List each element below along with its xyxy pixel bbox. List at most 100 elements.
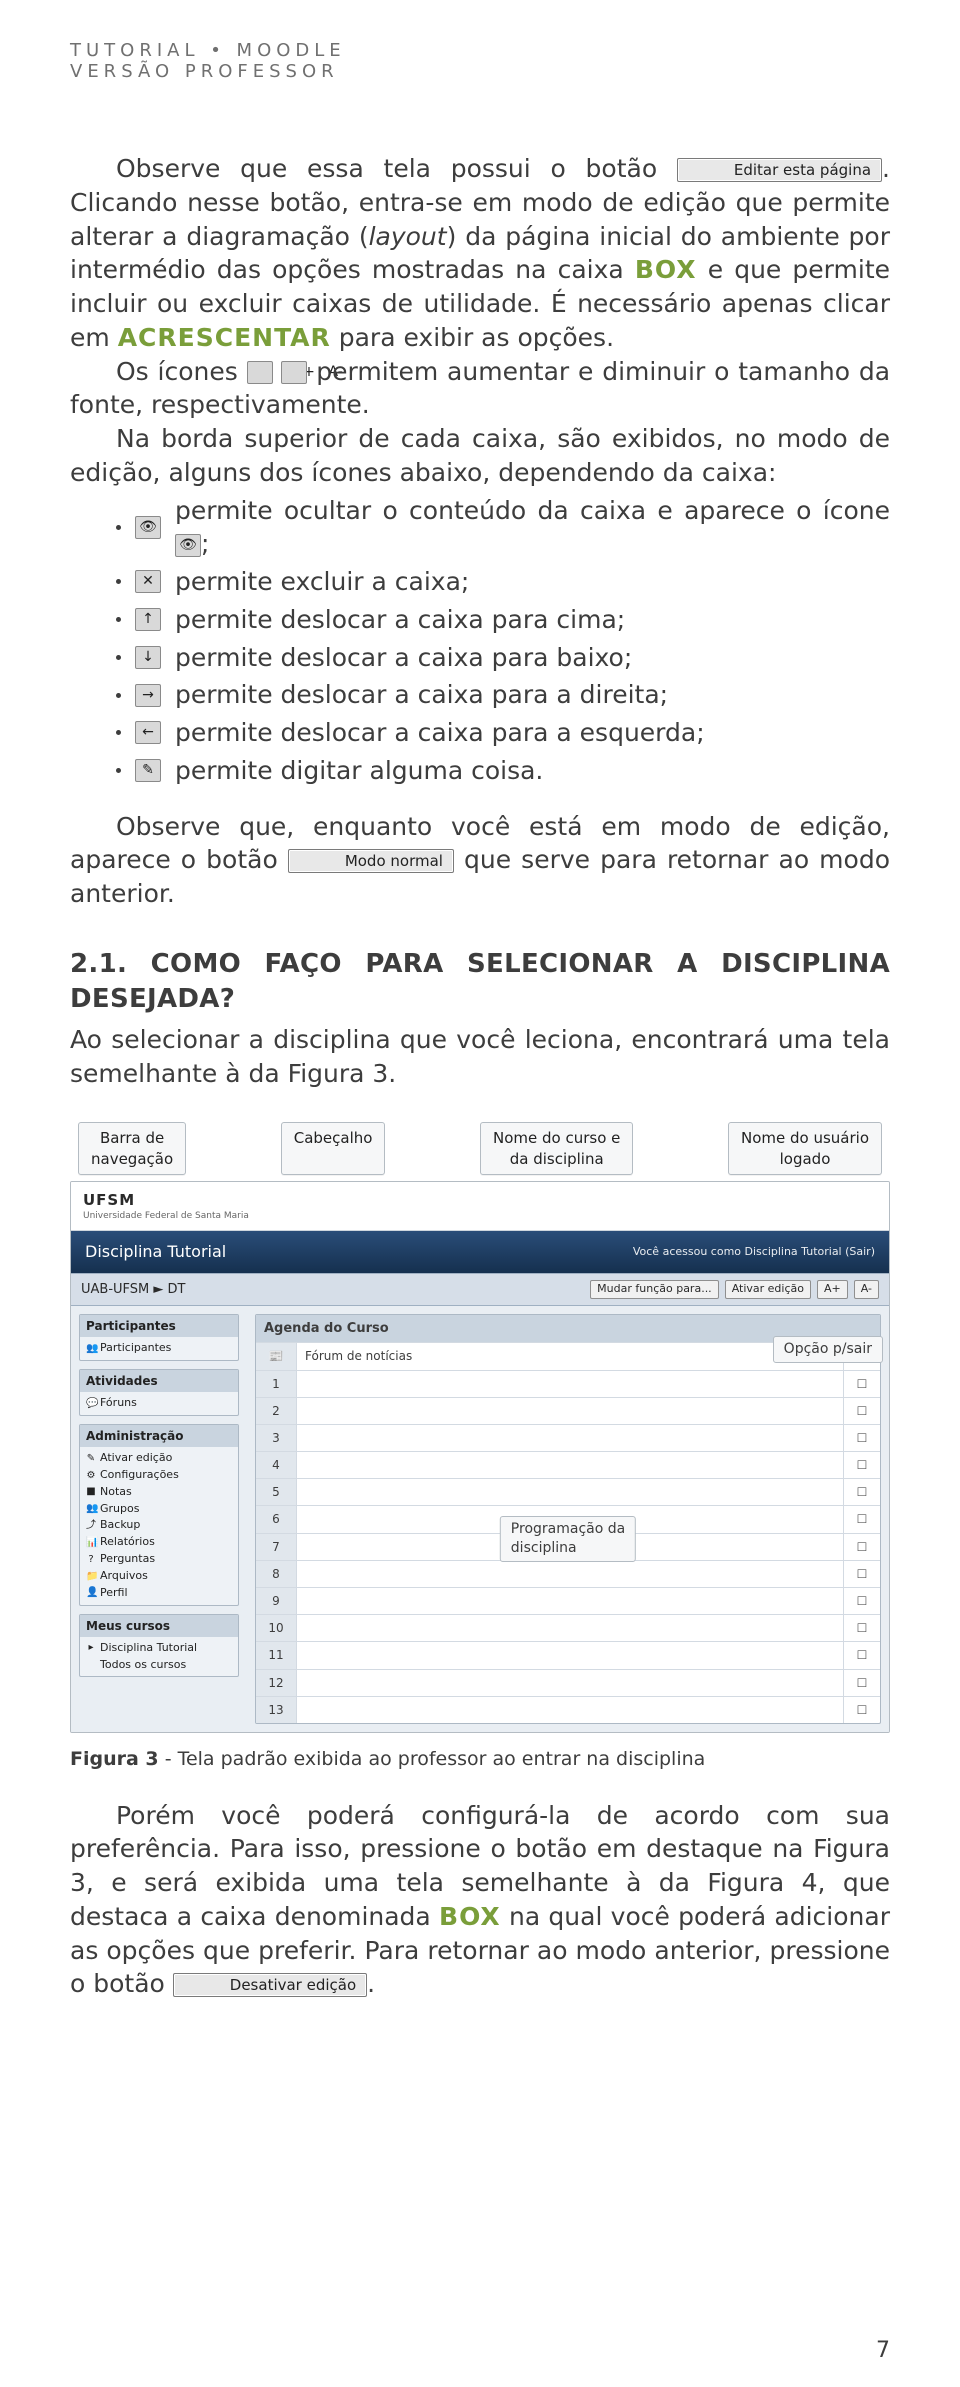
agenda-row-mid [297,1643,843,1667]
agenda-row-chk: ☐ [843,1588,880,1614]
fig-course-title: Disciplina Tutorial [85,1241,226,1263]
agenda-row: 12☐ [256,1669,880,1696]
bullet-text: permite digitar alguma coisa. [175,754,890,788]
bullet-icon: ↑ [135,608,161,631]
bullet-text: permite deslocar a caixa para cima; [175,603,890,637]
agenda-row: 8☐ [256,1560,880,1587]
bullet-4: →permite deslocar a caixa para a direita… [116,678,890,712]
fig-sidebar: Participantes 👥Participantes Atividades … [71,1306,247,1732]
agenda-row-chk: ☐ [843,1506,880,1532]
callout-course-name: Nome do curso e da disciplina [480,1122,633,1175]
agenda-row: 1☐ [256,1370,880,1397]
agenda-row-chk: ☐ [843,1479,880,1505]
agenda-row: 4☐ [256,1451,880,1478]
body-text: Observe que essa tela possui o botão Edi… [70,152,890,2001]
side-cursos: Meus cursos ▸ Disciplina Tutorial Todos o… [79,1614,239,1678]
paragraph-4: Observe que, enquanto você está em modo … [70,810,890,911]
bullet-icon: 👁 [135,516,161,539]
agenda-row-num: 11 [256,1642,297,1668]
cursos-item: ▸ Disciplina Tutorial [86,1640,232,1657]
box-word-2: BOX [439,1902,501,1931]
forum-icon: 💬 [86,1397,96,1411]
agenda-row-chk: ☐ [843,1534,880,1560]
figure-callouts-top: Barra de navegação Cabeçalho Nome do cur… [78,1122,882,1175]
side-atividades-hdr: Atividades [80,1370,238,1392]
figure-3-caption-text: - Tela padrão exibida ao professor ao en… [159,1748,706,1770]
side-participantes-label: Participantes [100,1341,171,1356]
fig-title-bar: Disciplina Tutorial Você acessou como Di… [71,1231,889,1273]
agenda-row: 2☐ [256,1397,880,1424]
agenda-row-mid [297,1508,843,1532]
figure-3: Barra de navegação Cabeçalho Nome do cur… [70,1122,890,1772]
side-admin: Administração ✎ Ativar edição⚙Configuraçõ… [79,1424,239,1606]
agenda-row: 7☐ [256,1533,880,1560]
agenda-row: 11☐ [256,1641,880,1668]
bullet-text: permite deslocar a caixa para a esquerda… [175,716,890,750]
fig-breadcrumb-bar: UAB-UFSM ► DT Mudar função para... Ativa… [71,1273,889,1306]
section-2-1-title: 2.1. COMO FAÇO PARA SELECIONAR A DISCIPL… [70,947,890,1017]
people-icon: 👥 [86,1342,96,1356]
fig-aminus-icon: A- [854,1280,879,1299]
admin-item-label: Ativar edição [100,1451,172,1466]
bullet-dot [116,655,121,660]
bullet-5: ←permite deslocar a caixa para a esquerd… [116,716,890,750]
side-participantes: Participantes 👥Participantes [79,1314,239,1361]
agenda-row-mid [297,1698,843,1722]
ufsm-logo-text: UFSM [83,1190,249,1210]
figure-3-caption-label: Figura 3 [70,1748,159,1770]
agenda-row-num: 13 [256,1697,297,1723]
fig-login-text: Você acessou como Disciplina Tutorial (S… [633,1245,875,1260]
fig-body: Participantes 👥Participantes Atividades … [71,1306,889,1732]
fig-logo-bar: UFSM Universidade Federal de Santa Maria [71,1182,889,1231]
agenda-row-chk: ☐ [843,1452,880,1478]
admin-item-icon: ✎ [86,1452,96,1466]
agenda-row-chk: ☐ [843,1670,880,1696]
bullet-dot [116,579,121,584]
admin-item-icon: ⤴ [86,1519,96,1533]
bullet-text: permite ocultar o conteúdo da caixa e ap… [175,494,890,562]
p1-text-a: Observe que essa tela possui o botão [116,154,677,183]
bullet-icon-2: 👁 [175,534,201,557]
side-cursos-hdr: Meus cursos [80,1615,238,1637]
agenda-row: 10☐ [256,1614,880,1641]
admin-item: 👥Grupos [86,1501,232,1518]
agenda-row-mid [297,1535,843,1559]
bullet-dot [116,617,121,622]
agenda-row-mid [297,1671,843,1695]
a-minus-icon: A- [281,361,307,384]
paragraph-3: Na borda superior de cada caixa, são exi… [70,422,890,490]
agenda-row: 5☐ [256,1478,880,1505]
side-admin-hdr: Administração [80,1425,238,1447]
agenda-row: 9☐ [256,1587,880,1614]
paragraph-5: Porém você poderá configurá-la de acordo… [70,1799,890,2002]
bullet-dot [116,693,121,698]
page: TUTORIAL • MOODLE VERSÃO PROFESSOR Obser… [0,0,960,2387]
bullet-text: permite deslocar a caixa para baixo; [175,641,890,675]
cursos-item-label: Disciplina Tutorial [100,1641,197,1656]
admin-item-label: Relatórios [100,1535,155,1550]
cursos-item-label: Todos os cursos [100,1658,186,1673]
admin-item: 👤Perfil [86,1585,232,1602]
callout-nav: Barra de navegação [78,1122,186,1175]
agenda-row-num: 2 [256,1398,297,1424]
normal-mode-button: Modo normal [288,849,454,873]
admin-item: ⚙Configurações [86,1467,232,1484]
bullet-0: 👁permite ocultar o conteúdo da caixa e a… [116,494,890,562]
callout-user-name: Nome do usuário logado [728,1122,882,1175]
p5-text-c: . [367,1969,375,1998]
bullet-text: permite deslocar a caixa para a direita; [175,678,890,712]
a-plus-icon: A+ [247,361,273,384]
cursos-item-icon: ▸ [86,1641,96,1655]
admin-item: ■Notas [86,1484,232,1501]
box-word: BOX [635,255,697,284]
admin-item-icon: ⚙ [86,1469,96,1483]
admin-item-icon: 👥 [86,1502,96,1516]
bullet-6: ✎permite digitar alguma coisa. [116,754,890,788]
acrescentar-word: ACRESCENTAR [118,323,331,352]
admin-item-label: Notas [100,1485,132,1500]
agenda-row-mid [297,1399,843,1423]
figure-screenshot: UFSM Universidade Federal de Santa Maria… [70,1181,890,1733]
ufsm-logo-sub: Universidade Federal de Santa Maria [83,1210,249,1222]
ufsm-logo: UFSM Universidade Federal de Santa Maria [83,1190,249,1222]
fig-main: Agenda do Curso 📰 Fórum de notícias ☐ 1☐… [247,1306,889,1732]
